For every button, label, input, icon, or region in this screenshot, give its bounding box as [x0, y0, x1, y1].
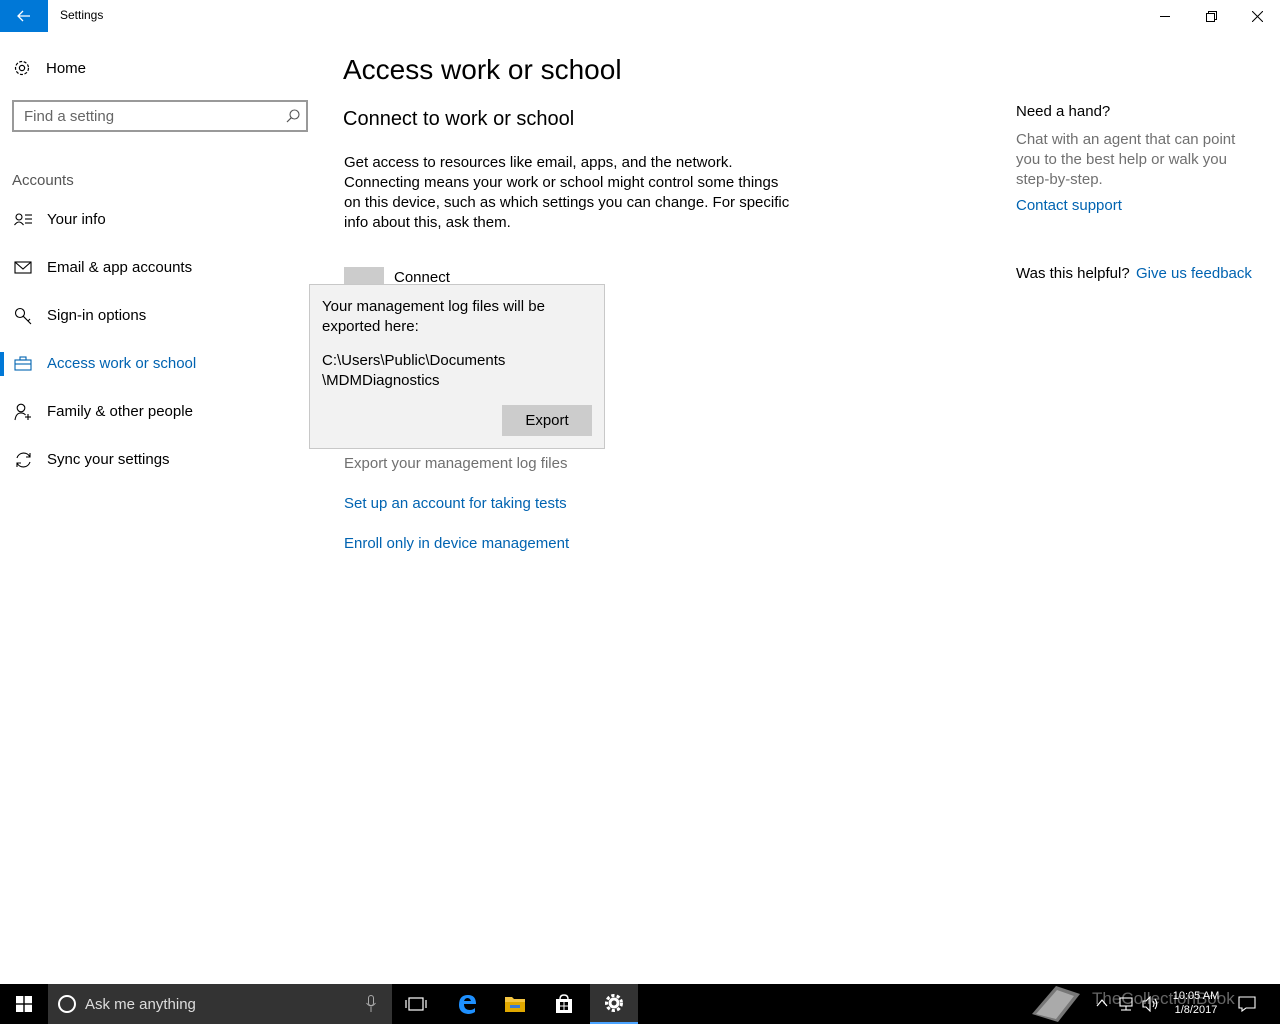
section-title: Connect to work or school: [343, 108, 575, 130]
cortana-icon: [58, 995, 76, 1013]
windows-logo-icon: [16, 996, 32, 1012]
start-button[interactable]: [0, 984, 48, 1024]
sidebar-item-sync-your-settings[interactable]: Sync your settings: [0, 440, 310, 480]
description-text: Get access to resources like email, apps…: [344, 154, 790, 231]
export-path-line: C:\Users\Public\Documents: [322, 352, 506, 369]
chevron-up-icon[interactable]: [1096, 996, 1108, 1010]
enroll-device-management-link[interactable]: Enroll only in device management: [344, 535, 569, 552]
flyout-message: Your management log files will be export…: [322, 298, 545, 335]
taskbar-store[interactable]: [540, 984, 588, 1024]
page-title: Access work or school: [343, 54, 622, 85]
selection-indicator: [0, 352, 4, 376]
clock-time: 10:05 AM: [1172, 990, 1220, 1002]
minimize-icon: [1160, 16, 1170, 17]
sidebar-item-label: Sign-in options: [47, 307, 147, 324]
microphone-icon[interactable]: [366, 995, 376, 1013]
cortana-search-box[interactable]: Ask me anything: [48, 984, 392, 1024]
sidebar-item-label: Your info: [47, 211, 106, 228]
taskbar-settings[interactable]: [590, 984, 638, 1024]
sidebar-item-email-app-accounts[interactable]: Email & app accounts: [0, 248, 310, 288]
help-title: Need a hand?: [1016, 103, 1111, 120]
gear-icon: [14, 60, 30, 76]
test-account-link[interactable]: Set up an account for taking tests: [344, 495, 567, 512]
export-path-line: \MDMDiagnostics: [322, 372, 440, 389]
close-icon: [1251, 10, 1263, 22]
sidebar-item-access-work-or-school[interactable]: Access work or school: [0, 344, 310, 384]
close-button[interactable]: [1234, 0, 1280, 32]
watermark-book-icon: [1032, 986, 1080, 1022]
contact-card-icon: [14, 213, 32, 226]
briefcase-icon: [14, 356, 32, 371]
taskbar: Ask me anything TheCollectionBook 10:05 …: [0, 984, 1280, 1024]
search-icon[interactable]: [286, 109, 300, 123]
sidebar-item-label: Family & other people: [47, 403, 193, 420]
taskbar-file-explorer[interactable]: [491, 984, 539, 1024]
network-icon[interactable]: [1118, 996, 1134, 1012]
folder-icon: [505, 997, 525, 1012]
action-center-icon[interactable]: [1238, 996, 1256, 1012]
gear-icon: [605, 994, 623, 1012]
helpful-question: Was this helpful?: [1016, 265, 1130, 282]
search-box[interactable]: [12, 100, 308, 132]
minimize-button[interactable]: [1142, 0, 1188, 32]
sidebar-section-label: Accounts: [12, 172, 74, 189]
sidebar-item-label: Sync your settings: [47, 451, 170, 468]
sidebar-item-label: Access work or school: [47, 355, 197, 372]
store-bag-icon: [556, 994, 572, 1013]
sidebar-item-sign-in-options[interactable]: Sign-in options: [0, 296, 310, 336]
give-feedback-link[interactable]: Give us feedback: [1136, 265, 1252, 282]
sidebar-item-your-info[interactable]: Your info: [0, 200, 310, 240]
contact-support-link[interactable]: Contact support: [1016, 197, 1122, 214]
sync-icon: [16, 452, 31, 468]
clock-date: 1/8/2017: [1174, 1004, 1218, 1016]
export-path: C:\Users\Public\Documents \MDMDiagnostic…: [322, 351, 592, 391]
task-view-icon: [405, 997, 427, 1011]
key-icon: [14, 307, 32, 325]
back-arrow-icon: [17, 10, 30, 22]
sidebar-home[interactable]: Home: [12, 56, 86, 80]
title-bar: Settings: [0, 0, 1280, 32]
window-title: Settings: [60, 8, 104, 22]
help-text: Chat with an agent that can point you to…: [1016, 131, 1236, 188]
taskbar-clock[interactable]: 10:05 AM 1/8/2017: [1166, 989, 1226, 1017]
task-view-button[interactable]: [392, 984, 440, 1024]
restore-button[interactable]: [1188, 0, 1234, 32]
edge-icon: [459, 995, 476, 1014]
export-flyout: Your management log files will be export…: [309, 284, 605, 449]
taskbar-edge[interactable]: [443, 984, 491, 1024]
sidebar-home-label: Home: [46, 59, 87, 77]
restore-icon: [1205, 10, 1217, 22]
export-button[interactable]: Export: [502, 405, 592, 436]
back-button[interactable]: [0, 0, 48, 32]
export-logs-link[interactable]: Export your management log files: [344, 455, 567, 472]
sidebar-item-label: Email & app accounts: [47, 259, 193, 276]
sidebar-item-family-other-people[interactable]: Family & other people: [0, 392, 310, 432]
cortana-placeholder: Ask me anything: [85, 996, 196, 1013]
person-add-icon: [14, 403, 31, 421]
mail-icon: [14, 261, 32, 274]
search-input[interactable]: [24, 107, 274, 125]
volume-icon[interactable]: [1142, 996, 1160, 1012]
